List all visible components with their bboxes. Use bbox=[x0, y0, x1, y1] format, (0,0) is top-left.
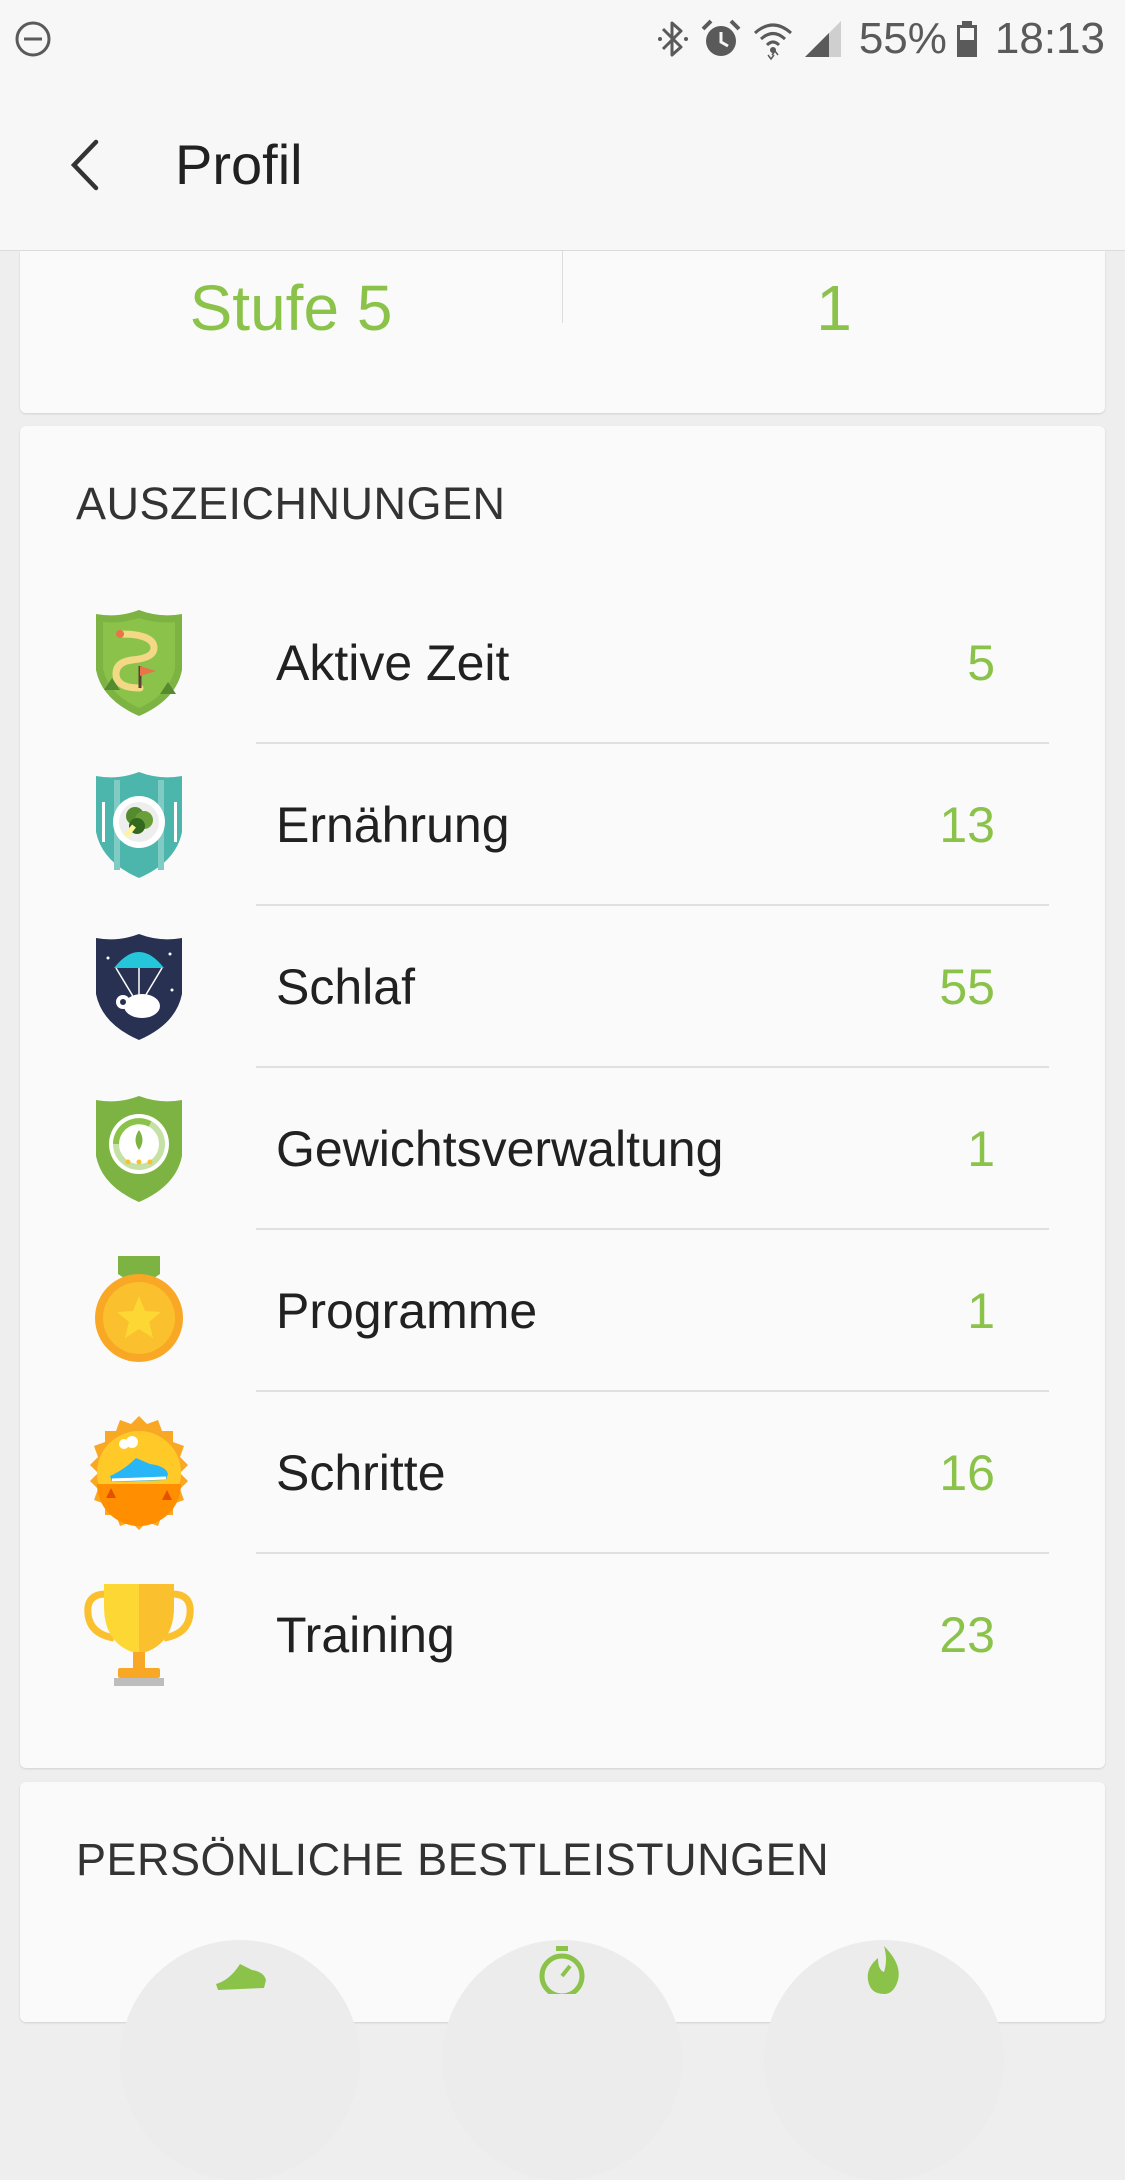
stopwatch-icon bbox=[539, 1946, 585, 1994]
award-label: Training bbox=[276, 1607, 455, 1663]
award-count: 16 bbox=[939, 1445, 995, 1501]
award-row-sleep[interactable]: Schlaf 55 bbox=[20, 906, 1105, 1068]
active-time-badge-icon bbox=[96, 610, 182, 716]
awards-section-title: AUSZEICHNUNGEN bbox=[76, 478, 506, 529]
training-trophy-icon bbox=[84, 1584, 194, 1686]
award-row-weight[interactable]: Gewichtsverwaltung 1 bbox=[20, 1068, 1105, 1230]
award-label: Gewichtsverwaltung bbox=[276, 1121, 724, 1177]
award-label: Schlaf bbox=[276, 959, 415, 1015]
award-count: 13 bbox=[939, 797, 995, 853]
bluetooth-icon bbox=[657, 21, 688, 57]
wifi-icon bbox=[753, 23, 792, 61]
signal-icon bbox=[804, 21, 841, 57]
award-label: Aktive Zeit bbox=[276, 635, 510, 691]
steps-badge-icon bbox=[90, 1416, 188, 1530]
alarm-icon bbox=[701, 19, 741, 56]
do-not-disturb-icon bbox=[15, 21, 51, 57]
level-value[interactable]: Stufe 5 bbox=[20, 271, 562, 345]
weight-badge-icon bbox=[96, 1096, 182, 1202]
shoe-icon bbox=[216, 1964, 266, 1990]
clock: 18:13 bbox=[994, 14, 1105, 63]
award-count: 5 bbox=[967, 635, 995, 691]
app-bar: Profil bbox=[0, 78, 1125, 251]
personal-bests-title: PERSÖNLICHE BESTLEISTUNGEN bbox=[76, 1834, 830, 1885]
personal-bests-card: PERSÖNLICHE BESTLEISTUNGEN bbox=[20, 1782, 1105, 2180]
award-label: Ernährung bbox=[276, 797, 510, 853]
award-row-nutrition[interactable]: Ernährung 13 bbox=[20, 744, 1105, 906]
awards-card: AUSZEICHNUNGEN Aktive Zeit 5 Ernährung 1… bbox=[20, 426, 1105, 1768]
award-count: 23 bbox=[939, 1607, 995, 1663]
status-bar: 55% 18:13 bbox=[0, 0, 1125, 78]
best-calories-circle[interactable] bbox=[764, 1940, 1004, 2180]
award-count: 1 bbox=[967, 1121, 995, 1177]
best-steps-circle[interactable] bbox=[120, 1940, 360, 2180]
award-row-programs[interactable]: Programme 1 bbox=[20, 1230, 1105, 1392]
award-row-training[interactable]: Training 23 bbox=[20, 1554, 1105, 1716]
award-row-active-time[interactable]: Aktive Zeit 5 bbox=[20, 582, 1105, 744]
sleep-badge-icon bbox=[96, 934, 182, 1040]
page-title: Profil bbox=[175, 133, 303, 196]
profile-summary-card: Stufe 5 1 bbox=[20, 251, 1105, 413]
status-icons: 55% 18:13 bbox=[655, 0, 1105, 78]
flame-icon bbox=[867, 1946, 899, 1994]
award-label: Programme bbox=[276, 1283, 538, 1339]
award-count: 55 bbox=[939, 959, 995, 1015]
award-count: 1 bbox=[967, 1283, 995, 1339]
best-time-circle[interactable] bbox=[442, 1940, 682, 2180]
award-label: Schritte bbox=[276, 1445, 446, 1501]
battery-icon bbox=[956, 21, 977, 57]
summary-count-value[interactable]: 1 bbox=[563, 271, 1105, 345]
battery-percentage: 55% bbox=[858, 14, 947, 63]
program-medal-icon bbox=[95, 1256, 183, 1362]
nutrition-badge-icon bbox=[96, 772, 182, 878]
arrow-back-icon[interactable] bbox=[60, 130, 110, 200]
award-row-steps[interactable]: Schritte 16 bbox=[20, 1392, 1105, 1554]
